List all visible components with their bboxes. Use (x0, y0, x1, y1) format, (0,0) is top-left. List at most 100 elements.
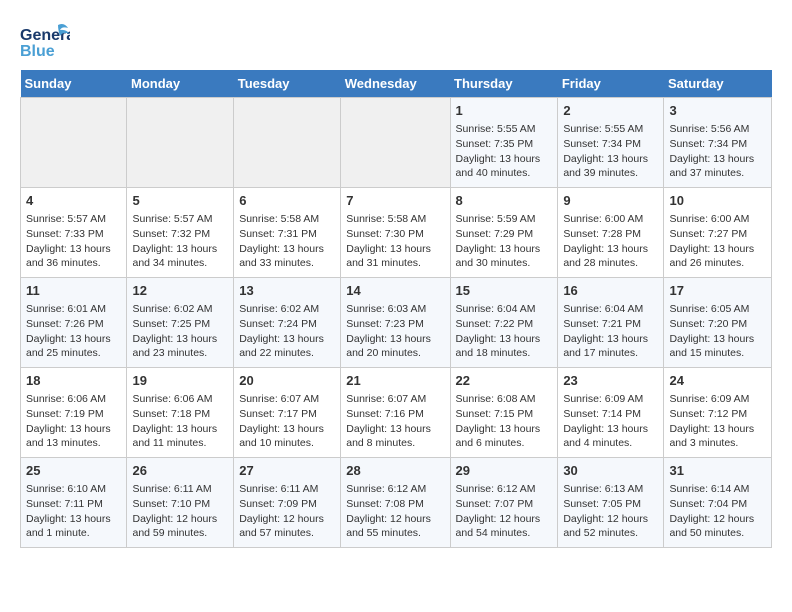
day-info: Sunset: 7:23 PM (346, 317, 444, 332)
day-info: Sunset: 7:19 PM (26, 407, 121, 422)
day-info: and 11 minutes. (132, 436, 228, 451)
day-info: Sunrise: 6:03 AM (346, 302, 444, 317)
day-info: Sunset: 7:29 PM (456, 227, 553, 242)
day-number: 8 (456, 192, 553, 210)
day-info: Sunset: 7:30 PM (346, 227, 444, 242)
calendar-cell: 6Sunrise: 5:58 AMSunset: 7:31 PMDaylight… (234, 188, 341, 278)
day-info: Sunrise: 6:09 AM (669, 392, 766, 407)
day-info: Sunset: 7:07 PM (456, 497, 553, 512)
calendar-cell: 27 Sunrise: 6:11 AMSunset: 7:09 PMDayligh… (234, 458, 341, 548)
day-number: 17 (669, 282, 766, 300)
day-number: 15 (456, 282, 553, 300)
calendar-cell: 18 Sunrise: 6:06 AMSunset: 7:19 PMDayligh… (21, 368, 127, 458)
day-info: Daylight: 13 hours (26, 332, 121, 347)
day-number: 28 (346, 462, 444, 480)
calendar-cell: 17Sunrise: 6:05 AMSunset: 7:20 PMDayligh… (664, 278, 772, 368)
day-info: Daylight: 13 hours (132, 332, 228, 347)
week-row-1: 4Sunrise: 5:57 AMSunset: 7:33 PMDaylight… (21, 188, 772, 278)
day-info: and 3 minutes. (669, 436, 766, 451)
day-info: and 15 minutes. (669, 346, 766, 361)
day-info: Sunrise: 5:58 AM (346, 212, 444, 227)
day-info: Sunrise: 5:55 AM (456, 122, 553, 137)
day-info: Sunrise: 6:02 AM (132, 302, 228, 317)
day-info: Sunset: 7:12 PM (669, 407, 766, 422)
calendar-cell: 30Sunrise: 6:13 AMSunset: 7:05 PMDayligh… (558, 458, 664, 548)
day-info: and 33 minutes. (239, 256, 335, 271)
day-info: Sunrise: 6:06 AM (132, 392, 228, 407)
day-info: Sunset: 7:34 PM (669, 137, 766, 152)
day-info: Daylight: 13 hours (669, 242, 766, 257)
header-tuesday: Tuesday (234, 70, 341, 98)
day-number: 14 (346, 282, 444, 300)
day-info: Sunrise: 6:00 AM (563, 212, 658, 227)
day-info: Sunset: 7:09 PM (239, 497, 335, 512)
day-info: Sunrise: 5:55 AM (563, 122, 658, 137)
day-number: 26 (132, 462, 228, 480)
day-info: and 18 minutes. (456, 346, 553, 361)
day-info: and 39 minutes. (563, 166, 658, 181)
day-info: Daylight: 13 hours (239, 242, 335, 257)
day-info: and 25 minutes. (26, 346, 121, 361)
day-number: 16 (563, 282, 658, 300)
day-info: and 23 minutes. (132, 346, 228, 361)
day-number: 19 (132, 372, 228, 390)
day-info: Sunset: 7:15 PM (456, 407, 553, 422)
day-info: Sunrise: 6:04 AM (563, 302, 658, 317)
day-number: 25 (26, 462, 121, 480)
day-info: and 28 minutes. (563, 256, 658, 271)
day-number: 20 (239, 372, 335, 390)
day-info: and 50 minutes. (669, 526, 766, 541)
day-info: Daylight: 13 hours (239, 332, 335, 347)
day-info: Sunrise: 6:13 AM (563, 482, 658, 497)
day-info: Daylight: 13 hours (563, 242, 658, 257)
day-info: Sunset: 7:21 PM (563, 317, 658, 332)
day-info: and 8 minutes. (346, 436, 444, 451)
day-info: and 10 minutes. (239, 436, 335, 451)
day-info: Sunset: 7:31 PM (239, 227, 335, 242)
day-number: 18 (26, 372, 121, 390)
day-number: 4 (26, 192, 121, 210)
calendar-cell: 12Sunrise: 6:02 AMSunset: 7:25 PMDayligh… (127, 278, 234, 368)
day-info: Sunset: 7:20 PM (669, 317, 766, 332)
day-info: Sunrise: 6:01 AM (26, 302, 121, 317)
day-info: and 1 minute. (26, 526, 121, 541)
day-number: 11 (26, 282, 121, 300)
svg-text:General: General (20, 27, 70, 44)
day-info: Sunset: 7:35 PM (456, 137, 553, 152)
calendar-cell: 28Sunrise: 6:12 AMSunset: 7:08 PMDayligh… (341, 458, 450, 548)
day-info: Sunset: 7:26 PM (26, 317, 121, 332)
day-number: 29 (456, 462, 553, 480)
day-info: Daylight: 13 hours (669, 422, 766, 437)
day-info: Sunrise: 6:06 AM (26, 392, 121, 407)
week-row-4: 25Sunrise: 6:10 AMSunset: 7:11 PMDayligh… (21, 458, 772, 548)
day-info: Sunrise: 6:10 AM (26, 482, 121, 497)
day-info: Sunrise: 6:11 AM (239, 482, 335, 497)
day-info: Daylight: 12 hours (239, 512, 335, 527)
calendar-cell: 22Sunrise: 6:08 AMSunset: 7:15 PMDayligh… (450, 368, 558, 458)
day-info: Sunrise: 6:08 AM (456, 392, 553, 407)
day-info: Sunrise: 5:58 AM (239, 212, 335, 227)
day-number: 27 (239, 462, 335, 480)
calendar-table: SundayMondayTuesdayWednesdayThursdayFrid… (20, 70, 772, 548)
day-info: Daylight: 13 hours (563, 152, 658, 167)
day-info: Sunrise: 6:11 AM (132, 482, 228, 497)
day-number: 23 (563, 372, 658, 390)
day-info: Sunset: 7:27 PM (669, 227, 766, 242)
day-info: Daylight: 12 hours (669, 512, 766, 527)
day-number: 10 (669, 192, 766, 210)
day-info: Sunrise: 5:57 AM (26, 212, 121, 227)
calendar-cell: 5Sunrise: 5:57 AMSunset: 7:32 PMDaylight… (127, 188, 234, 278)
day-number: 7 (346, 192, 444, 210)
header-monday: Monday (127, 70, 234, 98)
day-info: Daylight: 13 hours (26, 422, 121, 437)
day-info: Sunrise: 5:56 AM (669, 122, 766, 137)
day-info: and 22 minutes. (239, 346, 335, 361)
day-info: and 6 minutes. (456, 436, 553, 451)
day-info: Sunset: 7:10 PM (132, 497, 228, 512)
header-wednesday: Wednesday (341, 70, 450, 98)
calendar-cell: 19Sunrise: 6:06 AMSunset: 7:18 PMDayligh… (127, 368, 234, 458)
calendar-cell: 24Sunrise: 6:09 AMSunset: 7:12 PMDayligh… (664, 368, 772, 458)
day-info: Daylight: 13 hours (456, 332, 553, 347)
day-info: Sunset: 7:08 PM (346, 497, 444, 512)
logo: General Blue (20, 20, 68, 60)
